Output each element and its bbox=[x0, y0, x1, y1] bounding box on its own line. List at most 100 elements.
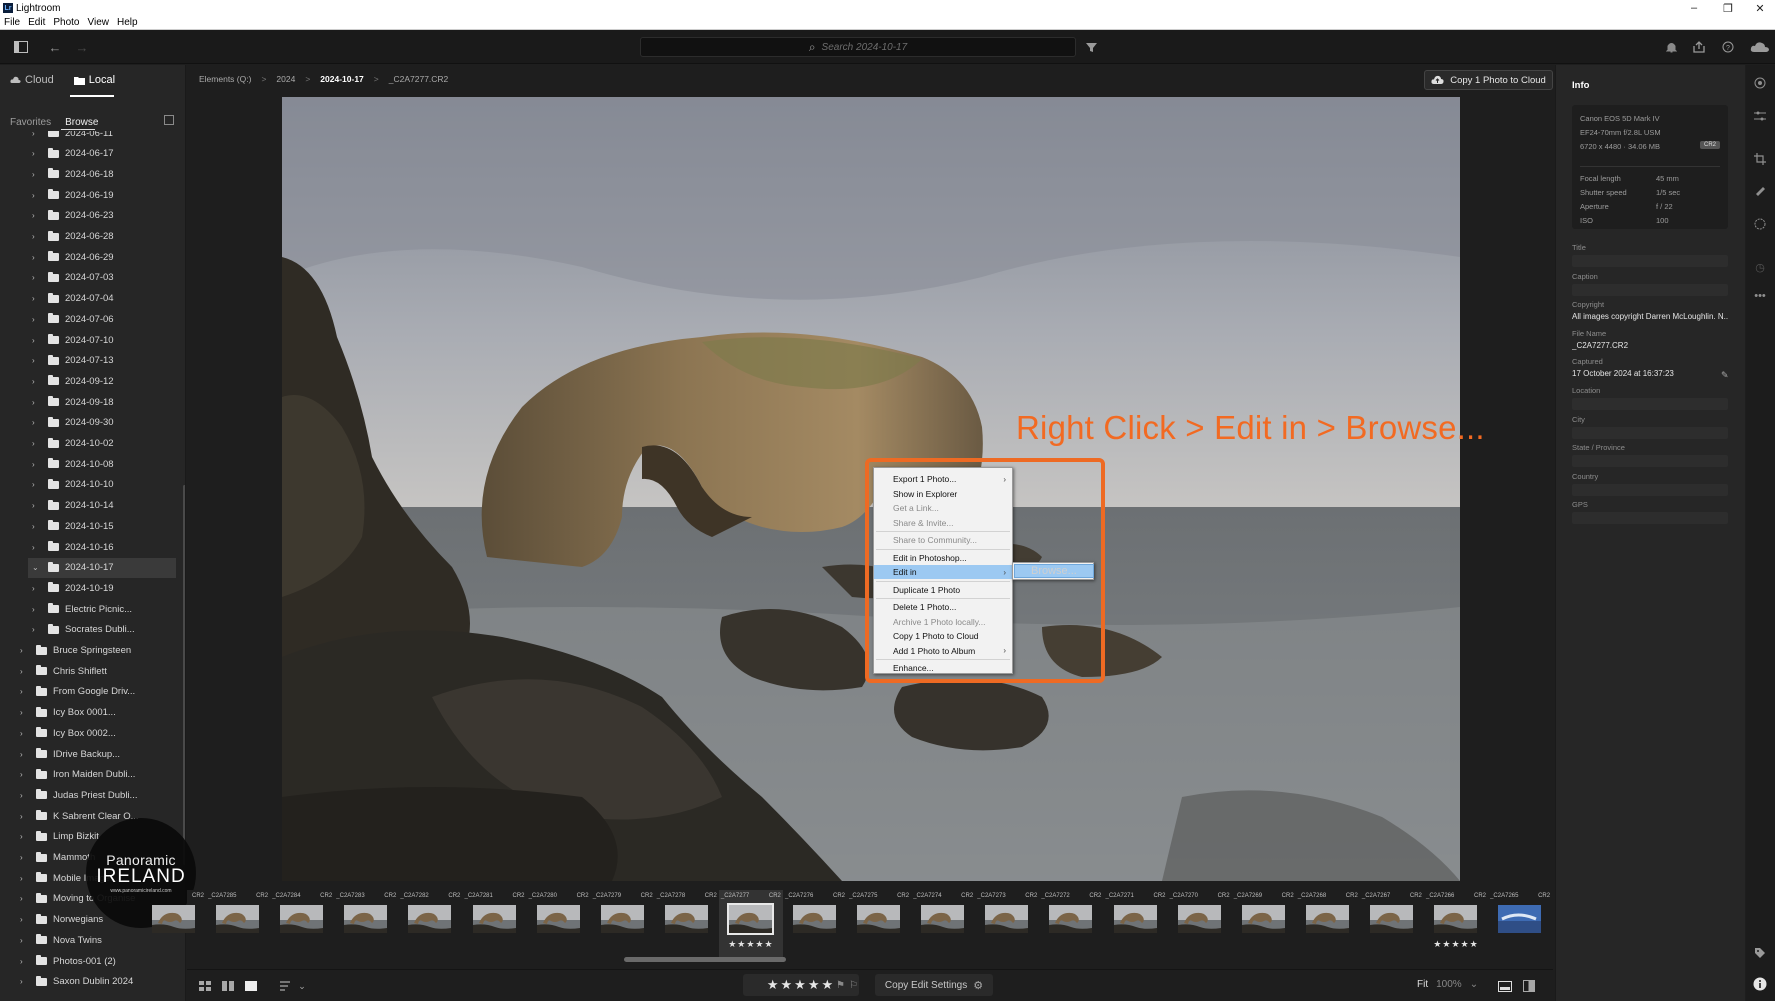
chevron-right-icon[interactable]: › bbox=[32, 191, 42, 200]
zoom-percent[interactable]: 100% bbox=[1436, 979, 1462, 990]
copy-to-cloud-button[interactable]: Copy 1 Photo to Cloud bbox=[1424, 70, 1553, 90]
filmstrip-thumbnail[interactable]: _C2A7276 CR2 bbox=[783, 890, 847, 958]
filmstrip-thumbnail[interactable]: _C2A7268 CR2 bbox=[1296, 890, 1360, 958]
folder-tree-item[interactable]: › 2024-10-02 bbox=[0, 434, 180, 454]
settings-gear-icon[interactable]: ⚙ bbox=[973, 979, 983, 992]
folder-tree-item[interactable]: › Iron Maiden Dubli... bbox=[0, 765, 180, 785]
filmstrip-thumbnail[interactable]: _C2A7275 CR2 bbox=[847, 890, 911, 958]
subtab-favorites[interactable]: Favorites bbox=[10, 117, 51, 128]
chevron-right-icon[interactable]: › bbox=[20, 832, 30, 841]
folder-tree-item[interactable]: › Electric Picnic... bbox=[0, 599, 180, 619]
filmstrip-thumbnail[interactable]: _C2A7279 CR2 bbox=[591, 890, 655, 958]
zoom-controls[interactable]: Fit 100% ⌄ bbox=[1417, 979, 1478, 990]
context-menu-item[interactable]: Edit in › bbox=[874, 565, 1012, 579]
folder-tree-item[interactable]: › Bruce Springsteen bbox=[0, 641, 180, 661]
folder-tree-item[interactable]: › 2024-10-08 bbox=[0, 454, 180, 474]
info-icon[interactable] bbox=[1752, 976, 1768, 992]
chevron-right-icon[interactable]: › bbox=[20, 915, 30, 924]
folder-tree-item[interactable]: › 2024-07-13 bbox=[0, 351, 180, 371]
sort-options-icon[interactable] bbox=[164, 115, 174, 125]
filmstrip-scrollbar[interactable] bbox=[624, 957, 786, 962]
chevron-right-icon[interactable]: › bbox=[32, 480, 42, 489]
folder-tree-item[interactable]: › 2024-10-10 bbox=[0, 475, 180, 495]
folder-tree-item[interactable]: › Icy Box 0002... bbox=[0, 723, 180, 743]
chevron-right-icon[interactable]: › bbox=[20, 936, 30, 945]
context-menu-item[interactable]: Show in Explorer bbox=[874, 487, 1012, 501]
filmstrip-thumbnail[interactable]: _C2A7274 CR2 bbox=[911, 890, 975, 958]
metadata-field[interactable]: Caption bbox=[1572, 272, 1728, 296]
folder-tree-item[interactable]: › 2024-07-03 bbox=[0, 268, 180, 288]
chevron-right-icon[interactable]: › bbox=[32, 294, 42, 303]
context-menu-item[interactable]: Share & Invite... bbox=[874, 516, 1012, 530]
filmstrip-thumbnail[interactable]: _C2A7282 CR2 bbox=[398, 890, 462, 958]
filmstrip-thumbnail[interactable]: _C2A7271 CR2 bbox=[1104, 890, 1168, 958]
menu-help[interactable]: Help bbox=[117, 17, 138, 28]
folder-tree-item[interactable]: › Judas Priest Dubli... bbox=[0, 785, 180, 805]
folder-tree-item[interactable]: › 2024-06-28 bbox=[0, 227, 180, 247]
chevron-right-icon[interactable]: › bbox=[32, 377, 42, 386]
submenu-browse-item[interactable]: Browse... bbox=[1014, 564, 1094, 578]
square-grid-icon[interactable] bbox=[220, 979, 236, 993]
menu-view[interactable]: View bbox=[88, 17, 110, 28]
subtab-browse[interactable]: Browse bbox=[65, 117, 98, 128]
chevron-right-icon[interactable]: › bbox=[32, 131, 42, 138]
menu-edit[interactable]: Edit bbox=[28, 17, 45, 28]
chevron-right-icon[interactable]: › bbox=[32, 211, 42, 220]
zoom-chevron-icon[interactable]: ⌄ bbox=[1470, 979, 1478, 990]
flag-pick-icon[interactable]: ⚑ bbox=[836, 980, 845, 991]
menu-file[interactable]: File bbox=[4, 17, 20, 28]
filmstrip-thumbnail[interactable]: CR2 bbox=[142, 890, 206, 958]
filmstrip-thumbnail[interactable]: _C2A7284 CR2 bbox=[270, 890, 334, 958]
context-menu-item[interactable]: Export 1 Photo... › bbox=[874, 472, 1012, 486]
chevron-right-icon[interactable]: › bbox=[32, 315, 42, 324]
context-menu-item[interactable]: Get a Link... bbox=[874, 501, 1012, 515]
chevron-right-icon[interactable]: › bbox=[32, 418, 42, 427]
folder-tree-item[interactable]: › 2024-06-29 bbox=[0, 247, 180, 267]
chevron-right-icon[interactable]: › bbox=[32, 522, 42, 531]
metadata-field-input[interactable] bbox=[1572, 255, 1728, 267]
folder-tree-item[interactable]: › 2024-06-11 bbox=[0, 131, 180, 143]
edit-capture-time-icon[interactable]: ✎ bbox=[1721, 370, 1729, 381]
filmstrip-thumbnail[interactable]: _C2A7277 CR2 ★★★★★ bbox=[718, 890, 783, 958]
folder-tree-item[interactable]: › 2024-06-19 bbox=[0, 185, 180, 205]
chevron-down-icon[interactable]: ⌄ bbox=[32, 563, 42, 572]
filmstrip-thumbnail[interactable]: _C2A7270 CR2 bbox=[1168, 890, 1232, 958]
chevron-right-icon[interactable]: › bbox=[32, 501, 42, 510]
folder-tree-item[interactable]: › Icy Box 0001... bbox=[0, 703, 180, 723]
context-menu-item[interactable]: Edit in Photoshop... bbox=[874, 551, 1012, 565]
chevron-right-icon[interactable]: › bbox=[32, 253, 42, 262]
folder-tree-item[interactable]: › 2024-07-10 bbox=[0, 330, 180, 350]
copy-edit-settings-button[interactable]: Copy Edit Settings ⚙ bbox=[875, 974, 993, 996]
chevron-right-icon[interactable]: › bbox=[20, 812, 30, 821]
folder-tree-item[interactable]: › 2024-09-30 bbox=[0, 413, 180, 433]
back-arrow-icon[interactable]: ← bbox=[46, 38, 64, 56]
metadata-field-input[interactable] bbox=[1572, 426, 1728, 439]
chevron-right-icon[interactable]: › bbox=[20, 750, 30, 759]
context-menu-item[interactable]: Archive 1 Photo locally... bbox=[874, 615, 1012, 629]
folder-tree-item[interactable]: › 2024-07-06 bbox=[0, 309, 180, 329]
chevron-right-icon[interactable]: › bbox=[32, 439, 42, 448]
metadata-field-value[interactable]: All images copyright Darren McLoughlin. … bbox=[1572, 312, 1728, 321]
grid-view-icon[interactable] bbox=[197, 979, 213, 993]
chevron-right-icon[interactable]: › bbox=[20, 770, 30, 779]
metadata-field[interactable]: Country bbox=[1572, 472, 1728, 496]
filmstrip-thumbnail[interactable]: _C2A7283 CR2 bbox=[334, 890, 398, 958]
metadata-field-input[interactable] bbox=[1572, 283, 1728, 296]
share-icon[interactable] bbox=[1690, 38, 1708, 56]
filmstrip-thumbnail[interactable]: _C2A7278 CR2 bbox=[655, 890, 719, 958]
metadata-field[interactable]: Location bbox=[1572, 386, 1728, 410]
panel-toggle-icon[interactable] bbox=[12, 38, 30, 56]
metadata-field-input[interactable] bbox=[1572, 512, 1728, 525]
left-panel-scrollbar[interactable] bbox=[183, 485, 185, 865]
metadata-field[interactable]: File Name _C2A7277.CR2 bbox=[1572, 329, 1728, 350]
filmstrip-thumbnail[interactable]: _C2A7267 CR2 bbox=[1360, 890, 1424, 958]
context-menu-item[interactable]: Duplicate 1 Photo bbox=[874, 583, 1012, 597]
chevron-right-icon[interactable]: › bbox=[32, 460, 42, 469]
folder-tree-item[interactable]: › Saxon Dublin 2024 bbox=[0, 972, 180, 992]
cloud-icon[interactable] bbox=[1748, 38, 1772, 56]
context-menu-item[interactable]: Delete 1 Photo... bbox=[874, 600, 1012, 614]
metadata-field-value[interactable]: 17 October 2024 at 16:37:23 bbox=[1572, 369, 1728, 378]
chevron-right-icon[interactable]: › bbox=[20, 853, 30, 862]
close-button[interactable]: ✕ bbox=[1743, 0, 1775, 16]
chevron-right-icon[interactable]: › bbox=[20, 791, 30, 800]
